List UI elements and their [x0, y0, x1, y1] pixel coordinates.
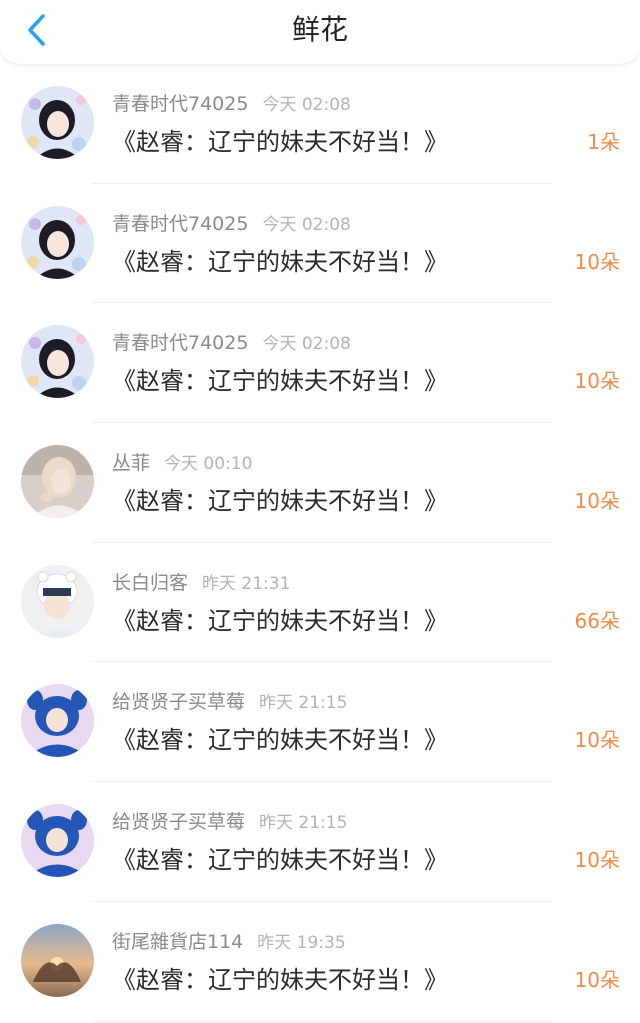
- page-title: 鲜花: [291, 13, 348, 46]
- article-title[interactable]: 《赵睿：辽宁的妹夫不好当！》: [112, 965, 448, 995]
- username[interactable]: 给贤贤子买草莓: [112, 691, 245, 713]
- list-item[interactable]: 青春时代74025 今天 02:08 《赵睿：辽宁的妹夫不好当！》 10朵: [0, 303, 640, 423]
- username[interactable]: 青春时代74025: [112, 332, 248, 354]
- username[interactable]: 青春时代74025: [112, 213, 248, 235]
- timestamp: 今天 02:08: [262, 334, 351, 355]
- timestamp: 昨天 21:31: [202, 573, 291, 594]
- avatar[interactable]: [21, 205, 94, 279]
- timestamp: 昨天 19:35: [257, 932, 346, 953]
- item-meta: 青春时代74025 今天 02:08: [112, 331, 351, 356]
- item-meta: 给贤贤子买草莓 昨天 21:15: [112, 690, 347, 715]
- flower-count: 10朵: [574, 967, 620, 992]
- flower-list: 青春时代74025 今天 02:08 《赵睿：辽宁的妹夫不好当！》 1朵 青春时代…: [0, 64, 640, 1022]
- timestamp: 昨天 21:15: [259, 813, 348, 834]
- avatar[interactable]: [21, 325, 94, 399]
- flower-count: 10朵: [574, 728, 620, 753]
- article-title[interactable]: 《赵睿：辽宁的妹夫不好当！》: [112, 127, 448, 157]
- avatar[interactable]: [21, 445, 94, 519]
- flower-count: 10朵: [574, 249, 620, 274]
- flower-count: 66朵: [574, 608, 620, 633]
- avatar[interactable]: [21, 564, 94, 638]
- article-title[interactable]: 《赵睿：辽宁的妹夫不好当！》: [112, 606, 448, 636]
- flower-count: 10朵: [574, 369, 620, 394]
- list-item[interactable]: 青春时代74025 今天 02:08 《赵睿：辽宁的妹夫不好当！》 1朵: [0, 64, 640, 184]
- list-item[interactable]: 丛菲 今天 00:10 《赵睿：辽宁的妹夫不好当！》 10朵: [0, 423, 640, 543]
- list-item[interactable]: 街尾雜貨店114 昨天 19:35 《赵睿：辽宁的妹夫不好当！》 10朵: [0, 902, 640, 1022]
- username[interactable]: 青春时代74025: [112, 93, 248, 115]
- item-meta: 丛菲 今天 00:10: [112, 451, 252, 476]
- timestamp: 今天 02:08: [262, 95, 351, 115]
- flower-count: 10朵: [574, 489, 620, 514]
- list-item[interactable]: 长白归客 昨天 21:31 《赵睿：辽宁的妹夫不好当！》 66朵: [0, 543, 640, 663]
- article-title[interactable]: 《赵睿：辽宁的妹夫不好当！》: [112, 486, 448, 516]
- article-title[interactable]: 《赵睿：辽宁的妹夫不好当！》: [112, 247, 448, 277]
- timestamp: 今天 00:10: [164, 454, 253, 475]
- article-title[interactable]: 《赵睿：辽宁的妹夫不好当！》: [112, 845, 448, 875]
- flower-count: 1朵: [587, 130, 620, 154]
- list-item[interactable]: 给贤贤子买草莓 昨天 21:15 《赵睿：辽宁的妹夫不好当！》 10朵: [0, 662, 640, 782]
- item-meta: 青春时代74025 今天 02:08: [112, 92, 351, 117]
- article-title[interactable]: 《赵睿：辽宁的妹夫不好当！》: [112, 366, 448, 396]
- username[interactable]: 长白归客: [112, 572, 188, 594]
- flower-count: 10朵: [574, 848, 620, 873]
- avatar[interactable]: [21, 923, 94, 997]
- username[interactable]: 街尾雜貨店114: [112, 931, 243, 953]
- item-meta: 街尾雜貨店114 昨天 19:35: [112, 930, 346, 955]
- top-bar: 鲜花: [0, 0, 640, 64]
- avatar[interactable]: [21, 804, 94, 878]
- timestamp: 今天 02:08: [262, 214, 351, 235]
- username[interactable]: 丛菲: [112, 452, 150, 474]
- avatar[interactable]: [21, 86, 94, 159]
- username[interactable]: 给贤贤子买草莓: [112, 811, 245, 833]
- list-item[interactable]: 给贤贤子买草莓 昨天 21:15 《赵睿：辽宁的妹夫不好当！》 10朵: [0, 782, 640, 902]
- item-meta: 给贤贤子买草莓 昨天 21:15: [112, 810, 347, 835]
- article-title[interactable]: 《赵睿：辽宁的妹夫不好当！》: [112, 725, 448, 755]
- avatar[interactable]: [21, 684, 94, 758]
- list-item[interactable]: 青春时代74025 今天 02:08 《赵睿：辽宁的妹夫不好当！》 10朵: [0, 184, 640, 304]
- item-meta: 长白归客 昨天 21:31: [112, 571, 290, 596]
- item-meta: 青春时代74025 今天 02:08: [112, 212, 351, 237]
- timestamp: 昨天 21:15: [259, 693, 348, 714]
